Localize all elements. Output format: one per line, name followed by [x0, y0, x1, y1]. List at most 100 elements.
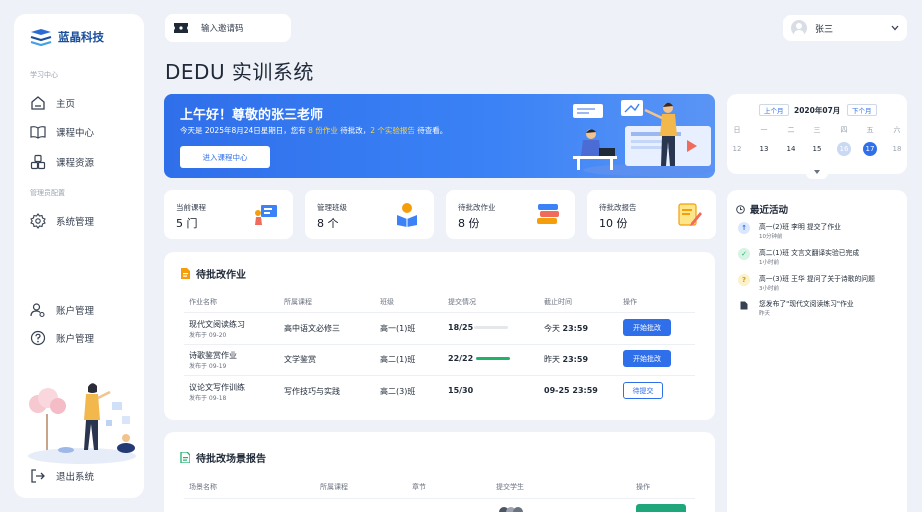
sidebar-item-home[interactable]: 主页 [30, 95, 75, 111]
start-grading-button[interactable]: 开始批改 [623, 319, 671, 336]
section-admin-label: 管理员配置 [30, 189, 65, 197]
question-icon [30, 330, 46, 346]
activity-time: 1小时前 [759, 260, 779, 266]
deadline-time: 09-25 23:59 [544, 386, 598, 395]
column-header: 作业名称 [189, 298, 217, 306]
sidebar: 蓝晶科技 学习中心 主页 课程中心 课程资源 管理员配置 系统管理 账户管理 账… [14, 14, 144, 498]
stat-value: 5 门 [176, 217, 198, 230]
calendar-day[interactable]: 18 [890, 142, 904, 156]
logo[interactable]: 蓝晶科技 [30, 28, 104, 46]
banner-subtitle: 今天是 2025年8月24日星期日，您有 8 份作业 待批改，2 个实验报告 待… [180, 125, 447, 136]
homework-class: 高二(1)班 [380, 355, 416, 364]
sidebar-item-account-help[interactable]: 账户管理 [30, 330, 94, 346]
column-header: 章节 [412, 483, 426, 491]
stat-value: 10 份 [599, 217, 628, 230]
reports-panel: 待批改场景报告 场景名称 所属课程 章节 提交学生 操作 [164, 432, 715, 512]
home-icon [31, 96, 45, 110]
logout-button[interactable]: 退出系统 [30, 468, 94, 484]
weekday-label: 一 [760, 126, 768, 134]
sidebar-item-resources[interactable]: 课程资源 [30, 154, 94, 170]
start-grading-button[interactable]: 开始批改 [623, 350, 671, 367]
teacher-illustration [28, 383, 136, 464]
prev-month-button[interactable]: 上个月 [759, 104, 789, 116]
homework-class: 高一(1)班 [380, 324, 416, 333]
deadline-time: 23:59 [562, 355, 589, 364]
sidebar-item-label: 课程资源 [56, 158, 95, 169]
deadline-prefix: 今天 [544, 324, 563, 333]
homework-count-highlight: 8 份作业 [308, 126, 338, 135]
calendar-expand-toggle[interactable] [806, 165, 828, 179]
deadline-time: 23:59 [562, 324, 589, 333]
homework-course: 文学鉴赏 [284, 355, 316, 364]
homework-name: 诗歌鉴赏作业 [189, 351, 237, 360]
sidebar-item-label: 主页 [56, 99, 76, 110]
welcome-banner: 上午好！尊敬的张三老师 今天是 2025年8月24日星期日，您有 8 份作业 待… [164, 94, 715, 178]
question-icon: ? [738, 274, 750, 286]
homework-deadline: 09-25 23:59 [544, 386, 598, 395]
document-icon [181, 268, 190, 279]
awaiting-submission-button[interactable]: 待提交 [623, 382, 663, 399]
sidebar-item-label: 系统管理 [56, 217, 95, 228]
weekday-label: 日 [733, 126, 741, 134]
sidebar-item-system[interactable]: 系统管理 [30, 213, 94, 229]
logout-icon [31, 469, 45, 483]
calendar-day-selected[interactable]: 17 [863, 142, 877, 156]
banner-greeting: 上午好！尊敬的张三老师 [180, 108, 324, 123]
logo-text: 蓝晶科技 [58, 30, 104, 44]
activity-text: 高二(1)班 文言文翻译实验已完成 [759, 249, 860, 257]
calendar-day[interactable]: 15 [810, 142, 824, 156]
logo-icon [30, 29, 52, 46]
ticket-icon [174, 23, 188, 33]
column-header: 所属课程 [320, 483, 348, 491]
check-icon: ✓ [738, 248, 750, 260]
classroom-illustration [573, 100, 715, 176]
homework-submit-count: 22/22 [448, 354, 474, 363]
next-month-button[interactable]: 下个月 [847, 104, 877, 116]
homework-date: 发布于 09-20 [189, 332, 227, 339]
homework-course: 高中语文必修三 [284, 324, 340, 333]
logout-label: 退出系统 [56, 472, 95, 483]
calendar-day[interactable]: 12 [730, 142, 744, 156]
view-report-button[interactable] [636, 504, 686, 512]
homework-name: 议论文写作训练 [189, 383, 245, 392]
homework-deadline: 昨天 23:59 [544, 354, 588, 365]
weekday-label: 四 [840, 126, 848, 134]
calendar-title: 2020年07月 [794, 106, 841, 115]
submission-progress-bar [476, 357, 510, 360]
stat-value: 8 个 [317, 217, 339, 230]
banner-sub-suffix: 待查看。 [414, 126, 448, 135]
page-title: DEDU 实训系统 [165, 60, 314, 84]
sidebar-item-courses[interactable]: 课程中心 [30, 124, 94, 140]
calendar-day[interactable]: 14 [784, 142, 798, 156]
stat-value: 8 份 [458, 217, 480, 230]
stat-card-classes[interactable]: 管理班级 8 个 [305, 190, 434, 239]
progress-fill [476, 357, 510, 360]
stat-card-courses[interactable]: 当前课程 5 门 [164, 190, 293, 239]
enter-course-center-button[interactable]: 进入课程中心 [180, 146, 270, 168]
activity-text: 高一(3)班 王华 提问了关于诗歌的问题 [759, 275, 875, 283]
weekday-label: 三 [813, 126, 821, 134]
invite-label: 输入邀请码 [201, 24, 244, 34]
calendar-day-highlighted[interactable]: 16 [837, 142, 851, 156]
activity-title-text: 最近活动 [750, 205, 789, 216]
gear-icon [30, 213, 46, 229]
calendar-day[interactable]: 13 [757, 142, 771, 156]
stat-card-reports[interactable]: 待批改报告 10 份 [587, 190, 716, 239]
section-learning-label: 学习中心 [30, 71, 58, 79]
clock-icon [736, 204, 745, 214]
invite-code-button[interactable]: 输入邀请码 [165, 14, 291, 42]
stat-label: 当前课程 [176, 203, 206, 212]
cubes-icon [30, 154, 46, 170]
activity-text: 您发布了"现代文阅读练习"作业 [759, 300, 854, 308]
chevron-down-icon [891, 25, 899, 31]
user-gear-icon [30, 303, 45, 318]
sidebar-item-account[interactable]: 账户管理 [30, 302, 94, 318]
report-icon [180, 452, 190, 463]
column-header: 截止时间 [544, 298, 572, 306]
user-menu[interactable]: 张三 [783, 15, 907, 41]
student-reading-icon [397, 203, 417, 227]
student-avatars [499, 507, 523, 512]
stat-card-homework[interactable]: 待批改作业 8 份 [446, 190, 575, 239]
homework-panel-title: 待批改作业 [180, 266, 246, 281]
divider [184, 344, 695, 345]
